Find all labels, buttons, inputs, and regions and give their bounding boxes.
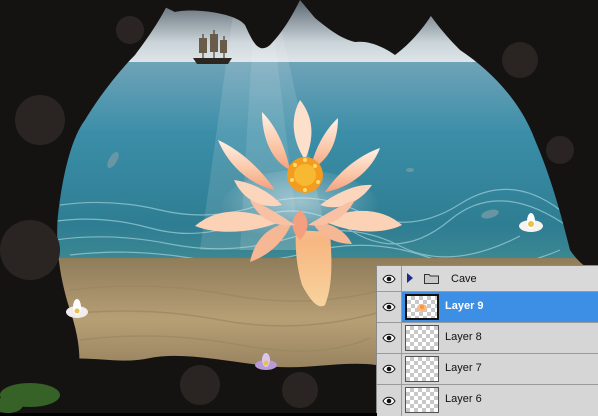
layer-thumbnail[interactable]	[405, 356, 439, 382]
visibility-toggle[interactable]	[377, 354, 402, 384]
visibility-toggle[interactable]	[377, 292, 402, 322]
visibility-toggle[interactable]	[377, 266, 402, 291]
folder-icon	[424, 274, 439, 284]
eye-icon	[382, 302, 396, 312]
lotus-thumbnail-icon	[417, 304, 427, 312]
layer-name: Layer 9	[445, 300, 484, 312]
layer-row-layer-8[interactable]: Layer 8	[377, 323, 598, 354]
eye-icon	[382, 396, 396, 405]
layer-thumbnail[interactable]	[405, 294, 439, 320]
eye-icon	[382, 274, 396, 283]
layers-panel: Cave Layer 9 Layer 8 Layer 7 Layer 6	[376, 265, 598, 416]
layer-thumbnail[interactable]	[405, 387, 439, 413]
expand-triangle-icon[interactable]	[407, 273, 413, 283]
layer-thumbnail[interactable]	[405, 325, 439, 351]
layer-row-layer-6[interactable]: Layer 6	[377, 385, 598, 416]
eye-icon	[382, 364, 396, 374]
layer-group-row[interactable]: Cave	[377, 266, 598, 292]
visibility-toggle[interactable]	[377, 323, 402, 353]
visibility-toggle[interactable]	[377, 385, 402, 416]
eye-icon	[382, 333, 396, 343]
layer-name: Layer 6	[445, 393, 482, 405]
layer-name: Layer 7	[445, 362, 482, 374]
group-name: Cave	[451, 273, 477, 285]
layer-row-layer-9[interactable]: Layer 9	[377, 292, 598, 323]
layer-row-layer-7[interactable]: Layer 7	[377, 354, 598, 385]
layer-name: Layer 8	[445, 331, 482, 343]
